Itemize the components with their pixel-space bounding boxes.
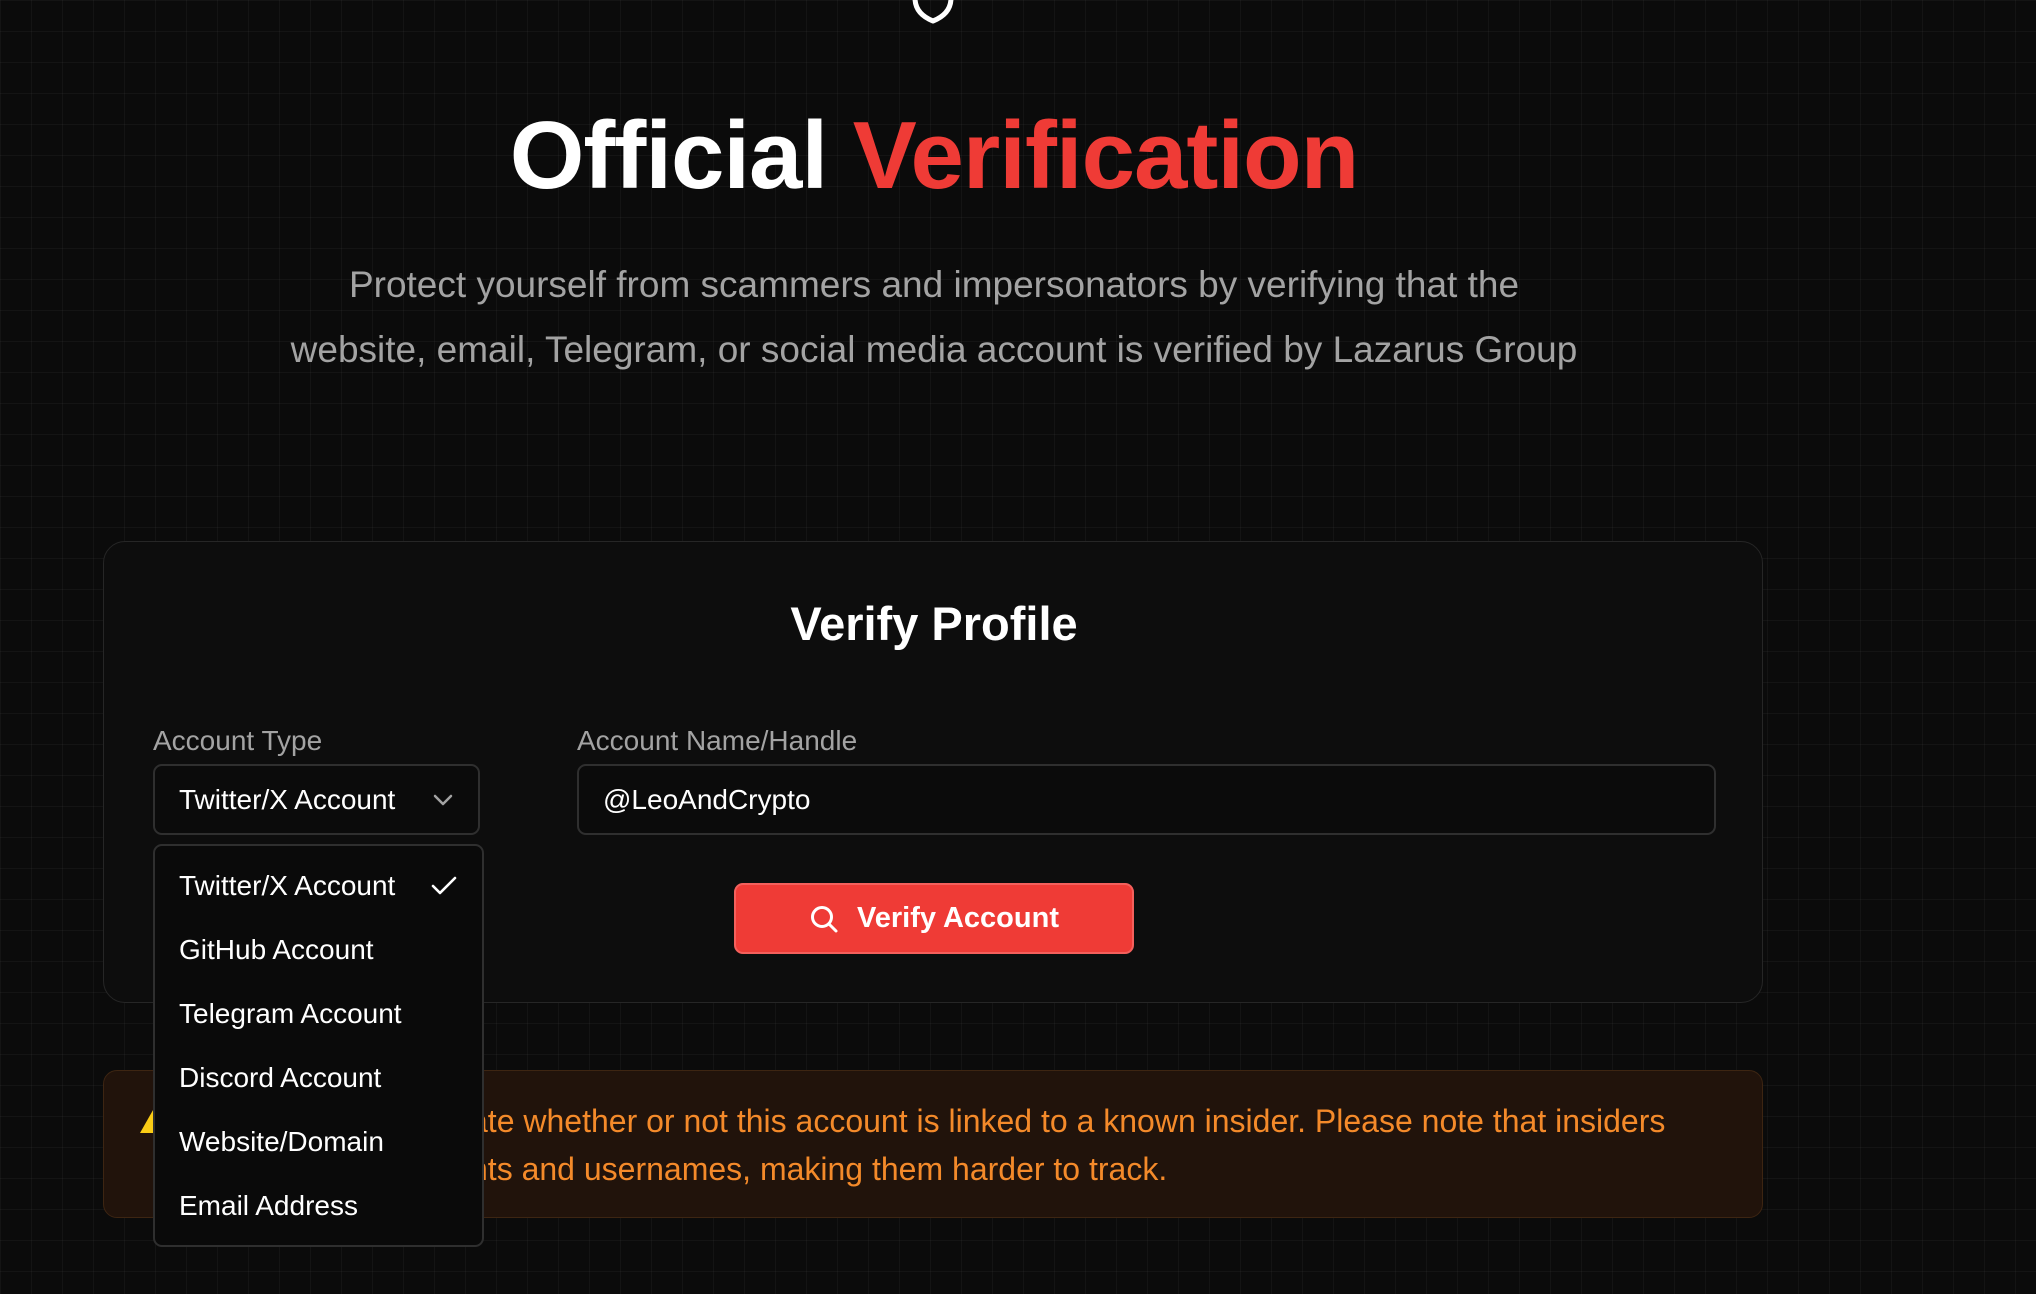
dropdown-option-label: Website/Domain (179, 1126, 384, 1157)
dropdown-option-github[interactable]: GitHub Account (155, 918, 482, 982)
page-title-main: Official (509, 102, 828, 209)
account-name-label: Account Name/Handle (577, 725, 858, 756)
chevron-down-icon (433, 794, 453, 805)
account-name-input[interactable] (577, 764, 1716, 835)
dropdown-option-label: Discord Account (179, 1062, 382, 1093)
warning-text-line-2: nts and usernames, making them harder to… (470, 1151, 1168, 1187)
check-icon (431, 876, 457, 895)
dropdown-option-twitter[interactable]: Twitter/X Account (155, 854, 482, 918)
account-type-select[interactable]: Twitter/X Account (153, 764, 480, 835)
account-type-label: Account Type (153, 725, 323, 756)
dropdown-option-label: Twitter/X Account (179, 870, 396, 901)
verify-account-button[interactable]: Verify Account (734, 883, 1134, 954)
dropdown-option-discord[interactable]: Discord Account (155, 1046, 482, 1110)
page-title-accent: Verification (852, 102, 1359, 209)
shield-icon (912, 0, 954, 24)
verify-account-button-label: Verify Account (857, 902, 1059, 934)
account-type-selected-value: Twitter/X Account (179, 783, 396, 815)
dropdown-option-label: Email Address (179, 1190, 358, 1221)
warning-text: ate whether or not this account is linke… (470, 1097, 1750, 1193)
dropdown-option-telegram[interactable]: Telegram Account (155, 982, 482, 1046)
dropdown-option-label: GitHub Account (179, 934, 374, 965)
card-title: Verify Profile (790, 597, 1078, 650)
warning-text-line-1: ate whether or not this account is linke… (470, 1103, 1666, 1139)
page-title: Official Verification (0, 100, 1868, 212)
page-subtitle: Protect yourself from scammers and imper… (290, 264, 1578, 370)
search-icon (811, 905, 838, 932)
account-type-dropdown: Twitter/X Account GitHub Account Telegra… (153, 844, 484, 1247)
dropdown-option-email[interactable]: Email Address (155, 1174, 482, 1238)
dropdown-option-label: Telegram Account (179, 998, 402, 1029)
dropdown-option-website[interactable]: Website/Domain (155, 1110, 482, 1174)
